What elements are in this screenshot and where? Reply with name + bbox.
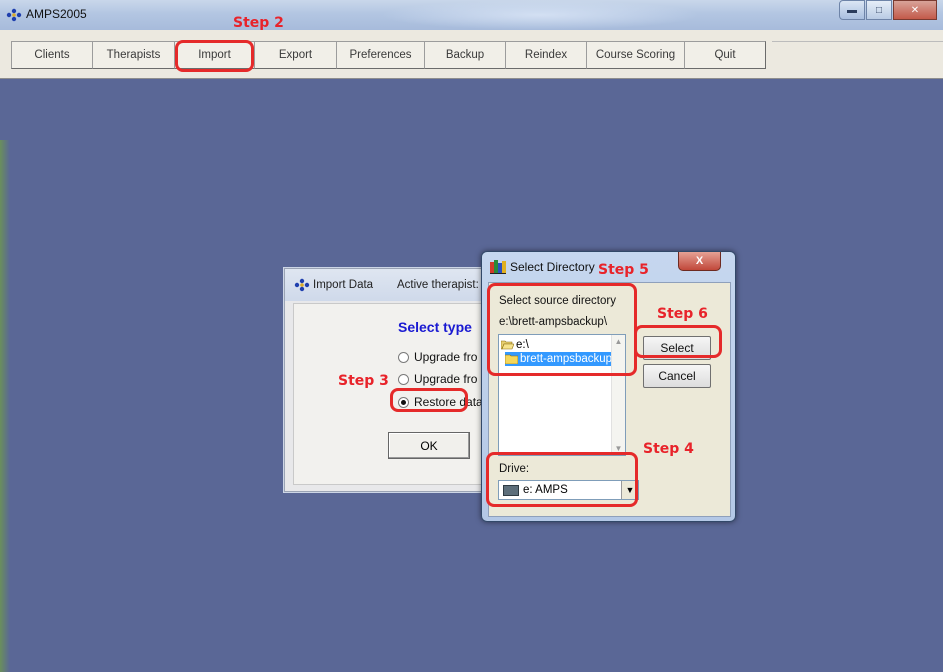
step3-highlight-ring (390, 388, 468, 412)
cancel-button[interactable]: Cancel (643, 364, 711, 388)
step6-label: Step 6 (657, 306, 708, 322)
menu-clients-button[interactable]: Clients (11, 41, 93, 69)
menu-quit-button[interactable]: Quit (684, 41, 766, 69)
menu-course-scoring-button[interactable]: Course Scoring (586, 41, 685, 69)
amps-logo-icon (294, 278, 310, 292)
amps-logo-icon (6, 8, 22, 22)
menu-backup-button[interactable]: Backup (424, 41, 506, 69)
upgrade-option-2-radio[interactable]: Upgrade fro (398, 372, 477, 386)
upgrade-option-1-radio[interactable]: Upgrade fro (398, 350, 477, 364)
window-title: AMPS2005 (26, 7, 87, 21)
menu-buttons: Clients Therapists Import Export Prefere… (11, 41, 766, 69)
minimize-icon[interactable]: ▬ (839, 0, 865, 20)
title-bar: AMPS2005 ▬ □ ✕ (0, 0, 943, 30)
step4-label: Step 4 (643, 441, 694, 457)
menu-export-button[interactable]: Export (254, 41, 337, 69)
step5-label: Step 5 (598, 262, 649, 278)
radio-label: Upgrade fro (414, 372, 478, 386)
left-edge-strip (0, 140, 10, 672)
select-type-heading: Select type (398, 319, 472, 335)
close-icon[interactable]: X (678, 252, 721, 271)
active-therapist-label: Active therapist: (397, 279, 479, 291)
radio-label: Upgrade fro (414, 350, 478, 364)
window-controls: ▬ □ ✕ (838, 0, 937, 20)
menu-bar: Clients Therapists Import Export Prefere… (0, 30, 943, 79)
step5-highlight-ring (487, 283, 637, 376)
menu-therapists-button[interactable]: Therapists (92, 41, 175, 69)
directory-app-icon (490, 260, 506, 274)
ok-button[interactable]: OK (388, 432, 470, 459)
close-icon[interactable]: ✕ (893, 0, 937, 20)
radio-circle[interactable] (398, 373, 409, 385)
menu-preferences-button[interactable]: Preferences (336, 41, 425, 69)
title-glow (380, 0, 700, 30)
radio-circle[interactable] (398, 351, 409, 363)
step2-highlight-ring (175, 40, 254, 72)
select-dialog-title: Select Directory (510, 260, 595, 274)
step2-label: Step 2 (233, 15, 284, 31)
import-dialog-title: Import Data (313, 279, 374, 291)
menu-bar-spacer (772, 41, 943, 70)
menu-reindex-button[interactable]: Reindex (505, 41, 587, 69)
step6-highlight-ring (634, 325, 722, 358)
maximize-icon[interactable]: □ (866, 0, 892, 20)
step3-label: Step 3 (338, 373, 389, 389)
step4-highlight-ring (486, 452, 638, 507)
